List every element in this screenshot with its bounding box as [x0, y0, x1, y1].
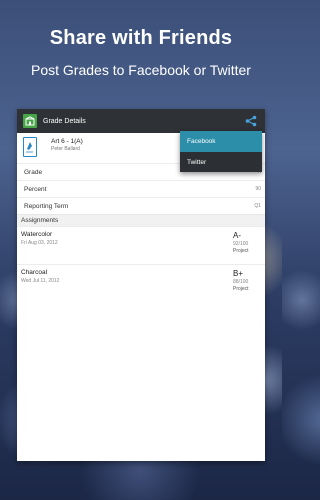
promo-headline: Share with Friends [49, 27, 233, 49]
detail-label: Grade [24, 168, 43, 176]
detail-row-percent: Percent 90 [17, 180, 265, 197]
assignment-name: Charcoal [21, 269, 48, 276]
assignment-row[interactable]: Charcoal Wed Jul 11, 2012 B+ 88/100 Proj… [17, 264, 265, 302]
assignment-type: Project [233, 248, 249, 254]
share-menu-item-twitter[interactable]: Twitter [180, 152, 262, 172]
assignment-date: Fri Aug 03, 2012 [21, 240, 58, 246]
action-bar-title: Grade Details [43, 117, 86, 125]
action-bar: Grade Details [17, 109, 265, 133]
promo-subline: Post Grades to Facebook or Twitter [31, 62, 251, 78]
share-icon[interactable] [245, 115, 257, 127]
share-menu-item-facebook[interactable]: Facebook [180, 131, 262, 152]
gradebook-app-icon[interactable] [23, 114, 37, 128]
detail-label: Percent [24, 185, 47, 193]
assignment-score: 88/100 [233, 279, 249, 285]
assignment-date: Wed Jul 11, 2012 [21, 278, 60, 284]
assignment-name: Watercolor [21, 231, 53, 238]
assignment-type: Project [233, 286, 249, 292]
assignment-grade: A- [233, 231, 241, 240]
course-title: Art 6 - 1(A) [51, 138, 83, 145]
detail-value: Q1 [254, 203, 261, 209]
document-icon [23, 137, 37, 157]
assignment-grade: B+ [233, 269, 244, 278]
detail-value: 90 [255, 186, 261, 192]
share-menu: Facebook Twitter [180, 131, 262, 172]
assignment-row[interactable]: Watercolor Fri Aug 03, 2012 A- 92/100 Pr… [17, 226, 265, 264]
assignment-score: 92/100 [233, 241, 249, 247]
detail-row-reporting-term: Reporting Term Q1 [17, 197, 265, 214]
assignments-header: Assignments [17, 214, 265, 226]
course-teacher: Peter Ballard [51, 146, 80, 152]
detail-label: Reporting Term [24, 202, 69, 210]
